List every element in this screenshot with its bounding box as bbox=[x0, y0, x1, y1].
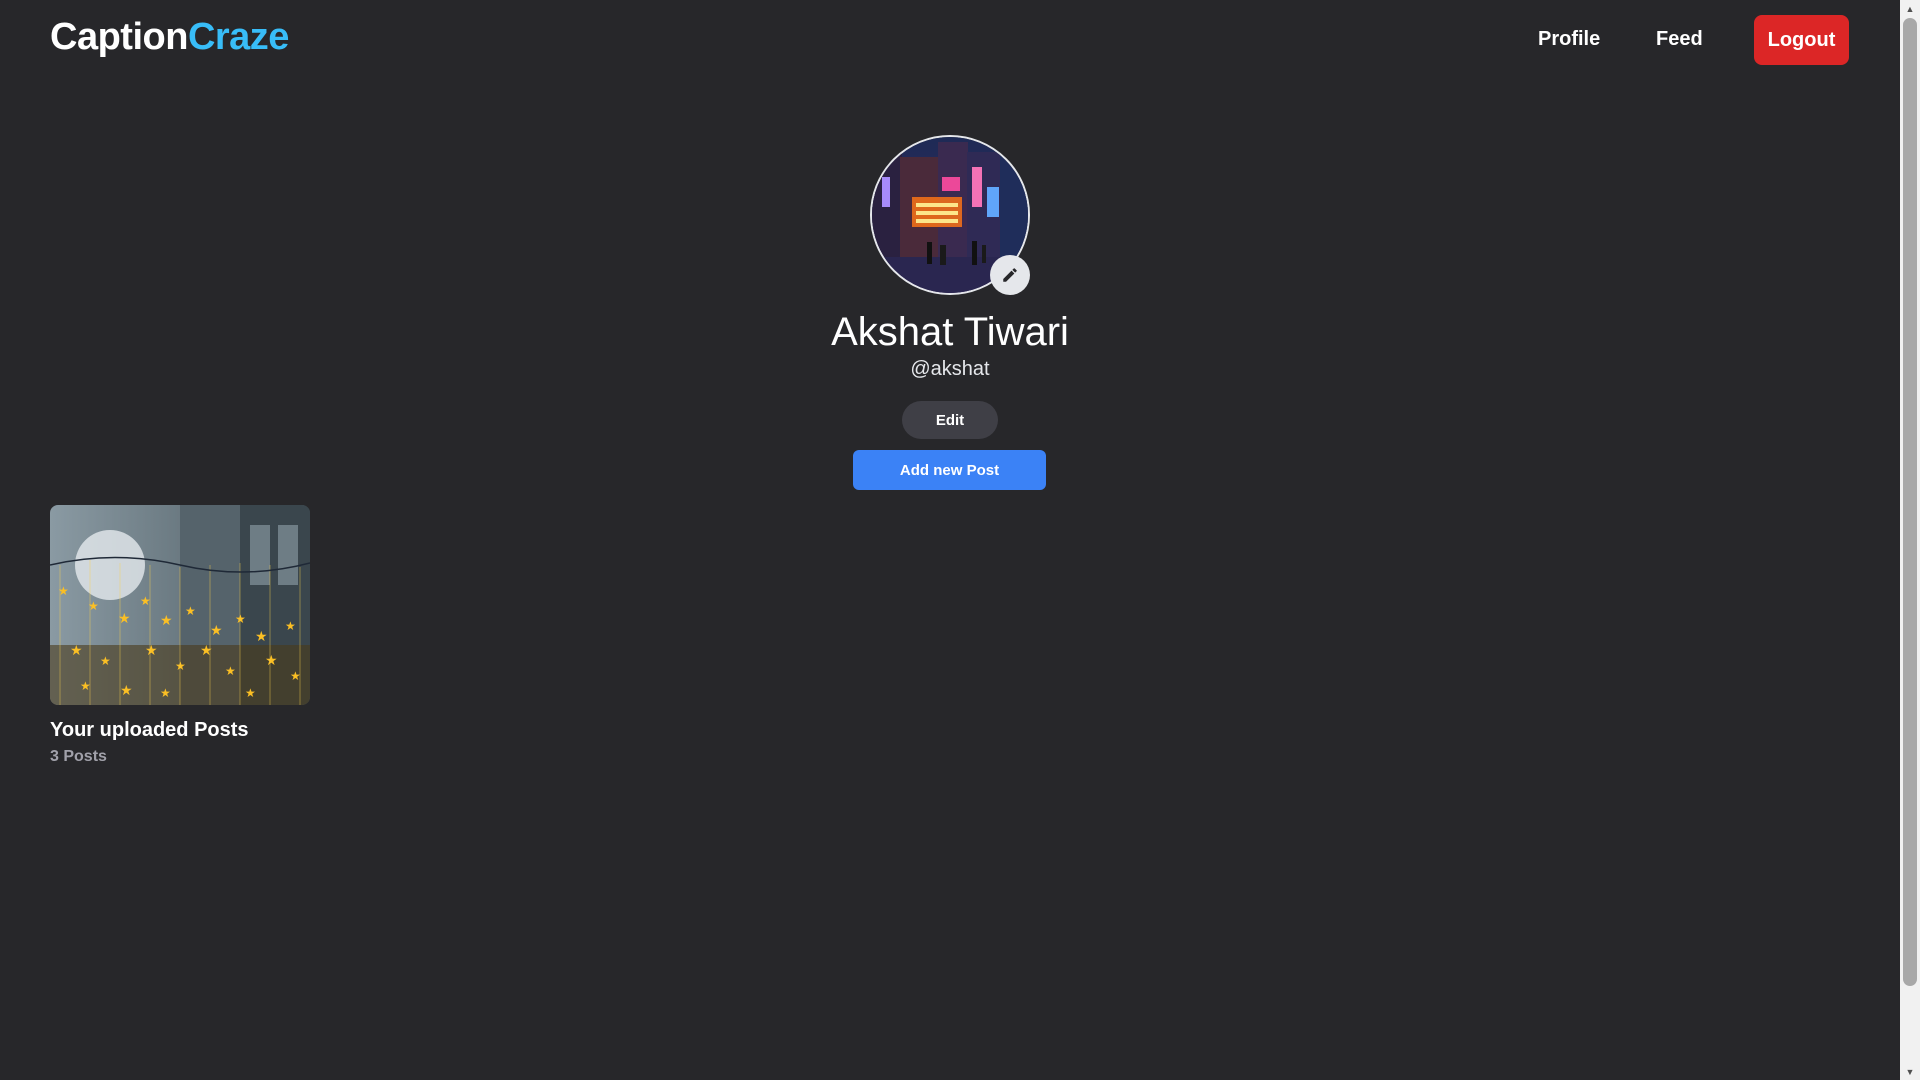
profile-name: Akshat Tiwari bbox=[831, 310, 1069, 354]
svg-text:★: ★ bbox=[285, 619, 296, 633]
edit-avatar-button[interactable] bbox=[990, 255, 1030, 295]
svg-text:★: ★ bbox=[58, 584, 69, 598]
svg-text:★: ★ bbox=[265, 653, 278, 669]
nav-feed-link[interactable]: Feed bbox=[1656, 28, 1703, 51]
triangle-down-icon[interactable]: ▼ bbox=[1900, 1063, 1920, 1080]
edit-profile-button[interactable]: Edit bbox=[902, 401, 998, 439]
svg-text:★: ★ bbox=[185, 604, 196, 618]
svg-text:★: ★ bbox=[100, 654, 111, 668]
svg-text:★: ★ bbox=[80, 679, 91, 693]
avatar-container bbox=[870, 135, 1030, 295]
svg-text:★: ★ bbox=[175, 659, 186, 673]
uploaded-posts-card[interactable]: ★ ★ ★ ★ ★ ★ ★ ★ ★ ★ ★ ★ ★ ★ ★ ★ ★ ★ ★ ★ … bbox=[50, 505, 310, 766]
svg-text:★: ★ bbox=[200, 643, 213, 659]
nav-profile-link[interactable]: Profile bbox=[1538, 28, 1600, 51]
svg-text:★: ★ bbox=[290, 669, 301, 683]
svg-text:★: ★ bbox=[225, 664, 236, 678]
add-new-post-button[interactable]: Add new Post bbox=[853, 450, 1046, 490]
navbar: CaptionCraze Profile Feed Logout bbox=[0, 0, 1900, 80]
app-logo[interactable]: CaptionCraze bbox=[50, 16, 289, 59]
svg-text:★: ★ bbox=[160, 613, 173, 629]
post-thumbnail-image: ★ ★ ★ ★ ★ ★ ★ ★ ★ ★ ★ ★ ★ ★ ★ ★ ★ ★ ★ ★ … bbox=[50, 505, 310, 705]
triangle-up-icon[interactable]: ▲ bbox=[1900, 0, 1920, 17]
svg-text:★: ★ bbox=[255, 629, 268, 645]
pencil-icon bbox=[1003, 268, 1017, 282]
svg-text:★: ★ bbox=[160, 686, 171, 700]
profile-username: @akshat bbox=[910, 358, 990, 380]
logo-text-craze: Craze bbox=[187, 16, 290, 58]
svg-text:★: ★ bbox=[235, 612, 246, 626]
uploaded-posts-title: Your uploaded Posts bbox=[50, 719, 249, 741]
uploaded-posts-count: 3 Posts bbox=[50, 748, 107, 765]
svg-text:★: ★ bbox=[88, 599, 99, 613]
scrollbar-thumb[interactable] bbox=[1903, 18, 1917, 986]
svg-text:★: ★ bbox=[210, 623, 223, 639]
svg-text:★: ★ bbox=[70, 643, 83, 659]
svg-text:★: ★ bbox=[245, 686, 256, 700]
svg-text:★: ★ bbox=[120, 683, 133, 699]
page: CaptionCraze Profile Feed Logout Akshat … bbox=[0, 0, 1900, 1080]
svg-text:★: ★ bbox=[145, 643, 158, 659]
page-scrollbar[interactable]: ▲ ▼ bbox=[1900, 0, 1920, 1080]
post-thumbnail: ★ ★ ★ ★ ★ ★ ★ ★ ★ ★ ★ ★ ★ ★ ★ ★ ★ ★ ★ ★ … bbox=[50, 505, 310, 705]
svg-text:★: ★ bbox=[140, 594, 151, 608]
logo-text-caption: Caption bbox=[50, 16, 188, 58]
logout-button[interactable]: Logout bbox=[1754, 15, 1849, 65]
